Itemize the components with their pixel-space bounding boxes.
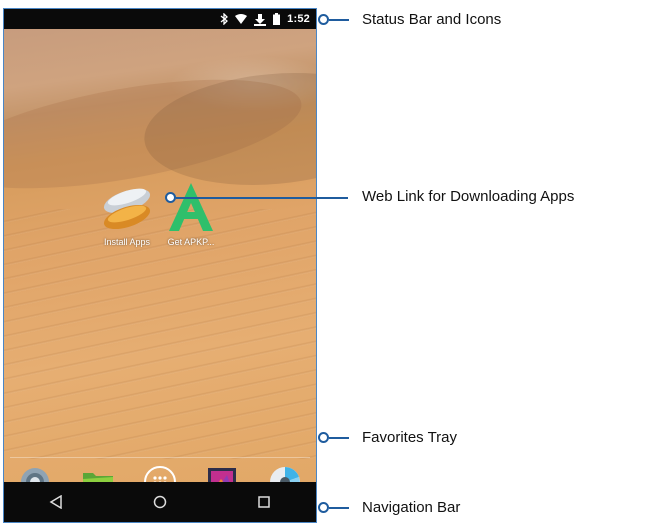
app-label: Get APKP... <box>167 237 215 247</box>
wallpaper: Install Apps Get APKP... <box>4 29 316 498</box>
status-callout-line <box>329 19 349 21</box>
app-label: Install Apps <box>103 237 151 247</box>
bluetooth-icon <box>220 12 229 26</box>
app-get-apkpure[interactable]: Get APKP... <box>156 179 226 247</box>
navigation-bar <box>4 482 316 522</box>
phone-screen: 1:52 Install Apps Get APKP... <box>3 8 317 523</box>
wifi-icon <box>235 12 248 26</box>
tray-divider <box>10 457 310 458</box>
navigation-callout-line <box>329 507 349 509</box>
weblink-callout-label: Web Link for Downloading Apps <box>362 188 575 205</box>
favorites-callout-label: Favorites Tray <box>362 429 458 446</box>
favorites-callout-dot <box>318 432 329 443</box>
apk-store-icon <box>163 179 219 235</box>
download-icon <box>254 12 267 26</box>
install-apps-icon <box>99 179 155 235</box>
recents-icon[interactable] <box>249 487 279 517</box>
status-time: 1:52 <box>287 13 310 25</box>
app-install-apps[interactable]: Install Apps <box>92 179 162 247</box>
navigation-callout-label: Navigation Bar <box>362 499 461 516</box>
status-callout-dot <box>318 14 329 25</box>
home-icon[interactable] <box>145 487 175 517</box>
back-icon[interactable] <box>41 487 71 517</box>
status-bar: 1:52 <box>4 9 316 29</box>
weblink-callout-line <box>176 197 348 199</box>
status-callout-label: Status Bar and Icons <box>362 11 502 28</box>
navigation-callout-dot <box>318 502 329 513</box>
favorites-callout-line <box>329 437 349 439</box>
battery-icon <box>273 12 281 26</box>
weblink-callout-dot <box>165 192 176 203</box>
